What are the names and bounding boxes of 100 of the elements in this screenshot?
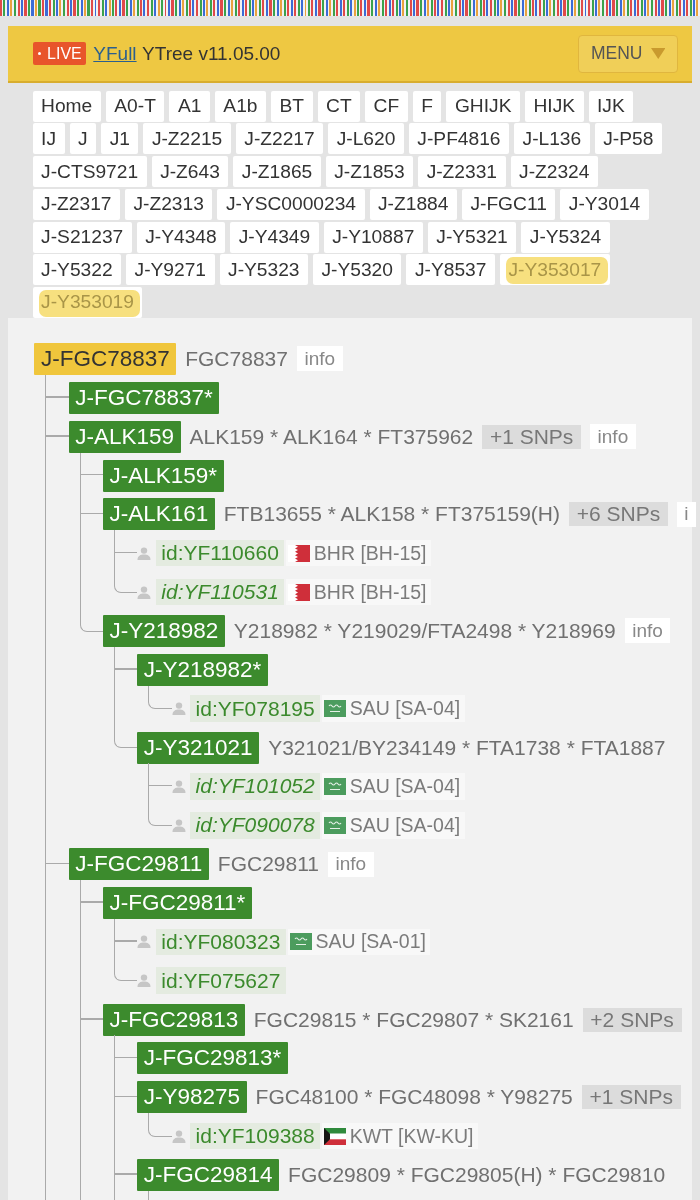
person-icon — [137, 546, 152, 560]
menu-button[interactable]: MENU — [577, 34, 678, 73]
sample-id-link[interactable]: id:YF110531 — [155, 578, 285, 606]
clade-link[interactable]: J-FGC29813* — [137, 1042, 288, 1075]
snp-list: FTB13655 * ALK158 * FT375159(H) — [223, 502, 560, 527]
clade-link[interactable]: J-ALK159 — [68, 420, 181, 453]
person-icon — [137, 935, 152, 949]
sample-id-link[interactable]: id:YF078195 — [190, 695, 321, 722]
country-label: SAU [SA-04] — [349, 697, 461, 721]
breadcrumb-link[interactable]: J-Y4349 — [230, 221, 319, 253]
breadcrumb-link[interactable]: J-L136 — [514, 123, 590, 155]
breadcrumb-link[interactable]: IJK — [588, 90, 634, 122]
breadcrumb-link[interactable]: J-FGC11 — [461, 188, 556, 220]
info-link[interactable]: info — [328, 851, 374, 877]
breadcrumb-link[interactable]: CF — [365, 90, 408, 122]
breadcrumb-link[interactable]: GHIJK — [446, 90, 520, 122]
country-label: KWT [KW-KU] — [349, 1124, 474, 1148]
flag-icon — [324, 700, 347, 718]
snp-list: FGC29815 * FGC29807 * SK2161 — [253, 1007, 574, 1032]
snp-list: ALK159 * ALK164 * FT375962 — [189, 424, 474, 449]
breadcrumb-link[interactable]: J-Y3014 — [560, 188, 649, 220]
breadcrumb-link[interactable]: J-Y5323 — [219, 254, 308, 286]
clade-link[interactable]: J-Y321021 — [137, 731, 260, 764]
clade-link[interactable]: J-ALK161 — [103, 498, 215, 531]
snp-list: Y321021/BY234149 * FTA1738 * FTA1887 — [268, 735, 666, 760]
sample-id-link[interactable]: id:YF101052 — [190, 773, 321, 800]
sample-id-link[interactable]: id:YF109388 — [190, 1122, 321, 1150]
country-label: SAU [SA-04] — [349, 774, 461, 798]
breadcrumb-link[interactable]: J-Z2215 — [143, 123, 231, 155]
clade-link[interactable]: J-ALK159* — [103, 459, 224, 492]
breadcrumb-link[interactable]: J-Z2313 — [125, 188, 213, 220]
breadcrumb-link[interactable]: J-CTS9721 — [32, 156, 147, 188]
person-icon — [171, 1129, 186, 1143]
breadcrumb-link[interactable]: J-Y5324 — [521, 221, 610, 253]
country-label: BHR [BH-15] — [313, 580, 427, 604]
breadcrumb-link[interactable]: J-L620 — [328, 123, 404, 155]
breadcrumb-link[interactable]: A1b — [214, 90, 266, 122]
breadcrumb-link[interactable]: J-Y5321 — [427, 221, 517, 253]
breadcrumb-link[interactable]: J-S21237 — [32, 221, 132, 253]
breadcrumb-link[interactable]: J-P58 — [594, 123, 662, 155]
clade-link[interactable]: J-Y218982* — [137, 653, 268, 686]
breadcrumb-link[interactable]: J-Z2331 — [418, 156, 506, 188]
breadcrumb-link[interactable]: Home — [32, 90, 101, 122]
sample-id-link[interactable]: id:YF075627 — [155, 967, 286, 994]
clade-link[interactable]: J-FGC78837 — [34, 342, 177, 375]
breadcrumb-link[interactable]: A0-T — [105, 90, 165, 122]
breadcrumb-link[interactable]: J-Z1865 — [233, 156, 321, 188]
info-link[interactable]: i — [676, 501, 697, 527]
clade-link[interactable]: J-Y98275 — [137, 1081, 247, 1114]
breadcrumb-link[interactable]: J1 — [101, 123, 139, 155]
sample-id-link[interactable]: id:YF110660 — [155, 540, 285, 567]
breadcrumb-link[interactable]: CT — [317, 90, 361, 122]
info-link[interactable]: info — [624, 618, 671, 644]
snp-list: FGC29811 — [217, 852, 319, 877]
breadcrumb-link[interactable]: J-Z2324 — [510, 156, 598, 188]
flag-icon — [289, 933, 312, 951]
breadcrumb-link[interactable]: J-Z2217 — [235, 123, 324, 155]
breadcrumb-link[interactable]: J-Y4348 — [136, 221, 226, 253]
country-label: SAU [SA-04] — [349, 813, 461, 837]
breadcrumb-link[interactable]: J-YSC0000234 — [217, 188, 365, 220]
sample-id-link[interactable]: id:YF090078 — [190, 812, 321, 839]
caret-icon — [650, 48, 665, 59]
breadcrumb-link[interactable]: J-Y9271 — [126, 254, 215, 286]
breadcrumb-link[interactable]: J-Z1884 — [369, 188, 457, 220]
snp-list: Y218982 * Y219029/FTA2498 * Y218969 — [233, 618, 616, 643]
info-link[interactable]: info — [590, 424, 636, 450]
person-icon — [171, 702, 186, 716]
breadcrumb-link[interactable]: J — [69, 123, 97, 155]
breadcrumb-link[interactable]: BT — [271, 90, 313, 122]
person-icon — [171, 779, 186, 793]
breadcrumb-link[interactable]: J-Y5320 — [313, 254, 402, 286]
breadcrumb-link[interactable]: J-Z643 — [151, 156, 229, 188]
clade-link[interactable]: J-FGC29811* — [103, 886, 252, 919]
breadcrumb-link[interactable]: HIJK — [524, 90, 584, 122]
clade-link[interactable]: J-Y218982 — [103, 614, 225, 647]
flag-icon — [324, 777, 347, 795]
breadcrumb-link[interactable]: J-Z1853 — [325, 156, 414, 188]
breadcrumb-link[interactable]: A1 — [169, 90, 210, 122]
clade-link[interactable]: J-FGC29813 — [103, 1003, 245, 1036]
clade-link[interactable]: J-FGC29814 — [137, 1159, 280, 1191]
breadcrumb-link[interactable]: J-Y8537 — [406, 254, 495, 286]
clade-link[interactable]: J-FGC29811 — [68, 848, 209, 881]
info-link[interactable]: info — [296, 346, 343, 372]
sample-id-link[interactable]: id:YF080323 — [155, 928, 286, 956]
snp-list: FGC29809 * FGC29805(H) * FGC29810 — [288, 1163, 666, 1187]
country-label: BHR [BH-15] — [313, 541, 427, 565]
breadcrumb-link[interactable]: J-PF4816 — [408, 123, 510, 155]
country-label: SAU [SA-01] — [315, 930, 426, 954]
flag-icon — [324, 816, 347, 834]
breadcrumb-link[interactable]: J-Y10887 — [323, 221, 423, 253]
clade-link[interactable]: J-FGC78837* — [68, 381, 220, 414]
person-icon — [171, 818, 186, 832]
live-dot-icon — [37, 51, 42, 56]
site-link[interactable]: YFull — [93, 42, 137, 65]
person-icon — [137, 585, 152, 599]
breadcrumb-link[interactable]: IJ — [32, 123, 65, 155]
breadcrumb-link[interactable]: F — [412, 90, 442, 122]
breadcrumb-link[interactable]: J-Y5322 — [32, 254, 122, 286]
breadcrumb-link[interactable]: J-Z2317 — [32, 188, 120, 220]
snp-list: FGC78837 — [185, 346, 288, 371]
